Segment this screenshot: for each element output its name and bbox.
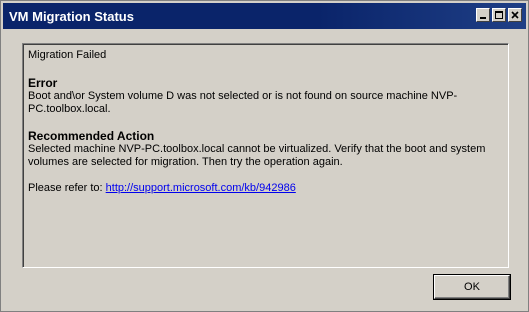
recommended-action-line: volumes are selected for migration. Then… (28, 156, 343, 168)
recommended-action-heading: Recommended Action (28, 129, 155, 143)
error-heading: Error (28, 76, 58, 90)
window-title: VM Migration Status (9, 8, 134, 24)
minimize-icon (480, 17, 486, 19)
dialog-window: VM Migration Status Migration Failed Err… (0, 0, 529, 312)
minimize-button[interactable] (476, 8, 490, 22)
maximize-button[interactable] (492, 8, 506, 22)
maximize-icon (495, 11, 503, 19)
refer-line: Please refer to: http://support.microsof… (28, 182, 504, 195)
title-buttons (476, 8, 522, 22)
close-button[interactable] (508, 8, 522, 22)
migration-status-text: Migration Failed (28, 49, 107, 61)
error-message-line: Boot and\or System volume D was not sele… (28, 90, 458, 102)
title-bar[interactable]: VM Migration Status (3, 3, 526, 29)
message-panel: Migration Failed Error Boot and\or Syste… (22, 43, 509, 268)
close-icon (511, 11, 519, 19)
recommended-action-line: Selected machine NVP-PC.toolbox.local ca… (28, 143, 486, 155)
refer-label: Please refer to: (28, 182, 103, 194)
error-message-line: PC.toolbox.local. (28, 103, 111, 115)
ok-button[interactable]: OK (434, 275, 510, 299)
support-link[interactable]: http://support.microsoft.com/kb/942986 (106, 182, 296, 194)
